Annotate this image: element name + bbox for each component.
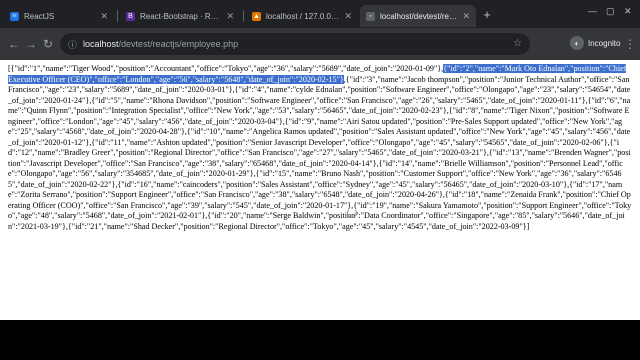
close-icon[interactable]: ✕	[344, 11, 352, 22]
reload-button[interactable]: ↻	[40, 36, 56, 52]
tab-employee-active[interactable]: ◦ localhost/devtest/reactjs/employ ✕	[360, 5, 476, 27]
close-icon[interactable]: ✕	[226, 11, 234, 22]
video-frame: ⚛ ReactJS ✕ B React-Bootstrap · React-Bo…	[0, 0, 640, 360]
address-bar[interactable]: ⓘ localhost/devtest/reactjs/employee.php…	[60, 33, 530, 55]
tab-title: localhost/devtest/reactjs/employ	[380, 11, 458, 21]
tab-strip: ⚛ ReactJS ✕ B React-Bootstrap · React-Bo…	[0, 0, 640, 28]
reactjs-favicon-icon: ⚛	[10, 11, 19, 21]
tab-phpmyadmin[interactable]: ▲ localhost / 127.0.0.1 / testingdb ✕	[246, 5, 358, 27]
arrow-left-icon: ←	[8, 37, 20, 51]
bookmark-star-icon[interactable]: ☆	[513, 38, 522, 49]
minimize-icon[interactable]: —	[588, 6, 597, 16]
browser-menu-button[interactable]: ⋮	[624, 36, 636, 52]
incognito-indicator[interactable]: ◐ Incognito	[570, 36, 620, 50]
react-bootstrap-favicon-icon: B	[126, 11, 135, 21]
window-close-icon[interactable]: ✕	[624, 6, 632, 17]
page-content: [{"id":"1","name":"Tiger Wood","position…	[0, 60, 640, 320]
new-tab-button[interactable]: +	[479, 7, 495, 23]
tab-reactjs[interactable]: ⚛ ReactJS ✕	[4, 5, 114, 27]
json-output: [{"id":"1","name":"Tiger Wood","position…	[0, 60, 640, 232]
tab-separator	[243, 10, 244, 22]
loading-cursor-icon	[347, 208, 357, 218]
tab-title: ReactJS	[24, 11, 55, 21]
forward-button[interactable]: →	[23, 36, 39, 52]
tab-separator	[117, 10, 118, 22]
info-icon[interactable]: ⓘ	[68, 38, 77, 51]
browser-toolbar: ← → ↻ ⓘ localhost/devtest/reactjs/employ…	[0, 28, 640, 60]
tab-title: React-Bootstrap · React-Bootstrap	[140, 11, 222, 21]
url-path: /devtest/reactjs/employee.php	[118, 39, 239, 49]
phpmyadmin-favicon-icon: ▲	[252, 11, 261, 21]
maximize-icon[interactable]: ▢	[606, 6, 615, 17]
close-icon[interactable]: ✕	[100, 11, 108, 22]
kebab-menu-icon: ⋮	[624, 37, 636, 51]
json-text-before: [{"id":"1","name":"Tiger Wood","position…	[8, 64, 444, 73]
back-button[interactable]: ←	[6, 36, 22, 52]
json-text-after: ,{"id":"3","name":"Jacob thompson","posi…	[8, 74, 632, 231]
reload-icon: ↻	[42, 37, 54, 51]
url-text[interactable]: localhost/devtest/reactjs/employee.php	[83, 39, 238, 49]
tab-react-bootstrap[interactable]: B React-Bootstrap · React-Bootstrap ✕	[120, 5, 240, 27]
browser-window: ⚛ ReactJS ✕ B React-Bootstrap · React-Bo…	[0, 0, 640, 320]
incognito-icon: ◐	[570, 36, 584, 50]
page-favicon-icon: ◦	[366, 11, 375, 21]
close-icon[interactable]: ✕	[462, 11, 470, 22]
arrow-right-icon: →	[25, 37, 37, 51]
tab-title: localhost / 127.0.0.1 / testingdb	[266, 11, 340, 21]
incognito-label: Incognito	[588, 38, 621, 48]
url-host: localhost	[83, 39, 119, 49]
